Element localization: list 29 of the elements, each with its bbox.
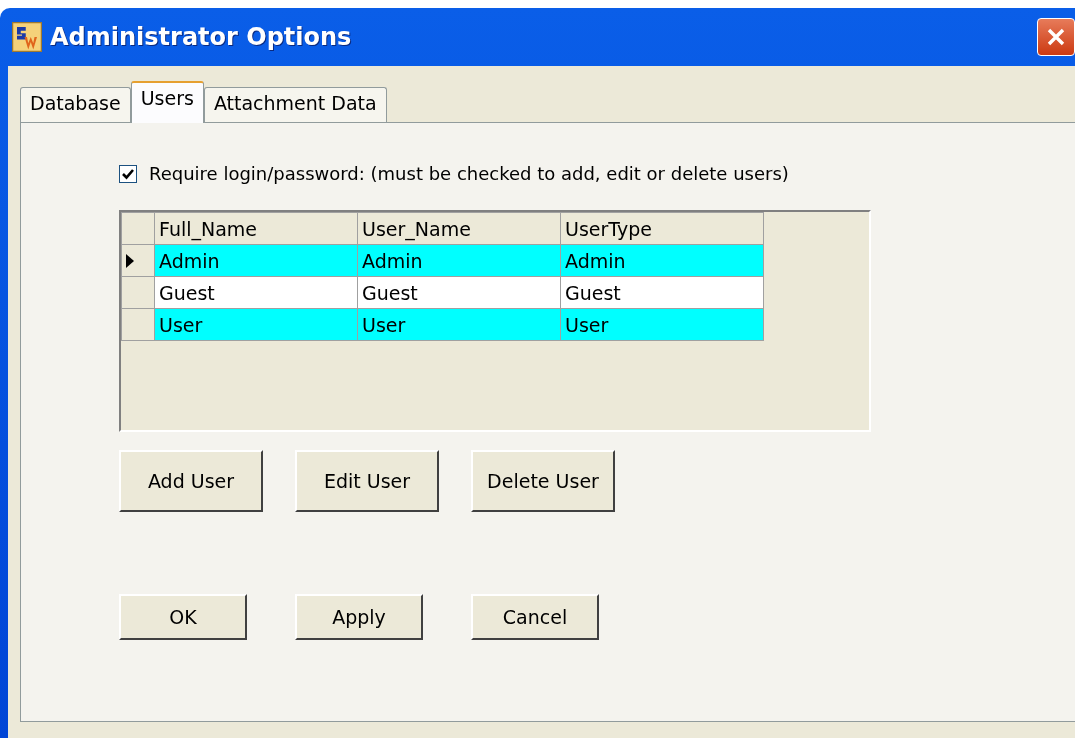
button[interactable]: Apply (295, 594, 423, 640)
button[interactable]: OK (119, 594, 247, 640)
table-cell: User (560, 308, 764, 341)
table-cell: Guest (560, 276, 764, 309)
tab[interactable]: Attachment Data (203, 87, 387, 122)
tab[interactable]: Database (20, 87, 131, 122)
current-row-icon (126, 253, 134, 268)
checkbox-label: Require login/password: (must be checked to add, edit or delete users) (149, 163, 789, 184)
column-header[interactable]: UserType (560, 212, 764, 245)
close-icon (1046, 27, 1066, 47)
table-cell: Admin (560, 244, 764, 277)
table-cell: Admin (154, 244, 358, 277)
button[interactable]: Add User (119, 450, 263, 512)
table-cell: Guest (357, 276, 561, 309)
app-icon (12, 22, 42, 52)
column-header[interactable]: Full_Name (154, 212, 358, 245)
checkbox[interactable] (119, 164, 137, 183)
row-selector[interactable] (121, 244, 155, 277)
table-cell: Admin (357, 244, 561, 277)
column-header[interactable]: User_Name (357, 212, 561, 245)
window-title: Administrator Options (50, 23, 352, 51)
close-button[interactable] (1037, 18, 1075, 56)
button[interactable]: Edit User (295, 450, 439, 512)
table-cell: Guest (154, 276, 358, 309)
button[interactable]: Cancel (471, 594, 599, 640)
button[interactable]: Delete User (471, 450, 615, 512)
table-cell: User (154, 308, 358, 341)
tab[interactable]: Users (130, 81, 204, 123)
table-cell: User (357, 308, 561, 341)
